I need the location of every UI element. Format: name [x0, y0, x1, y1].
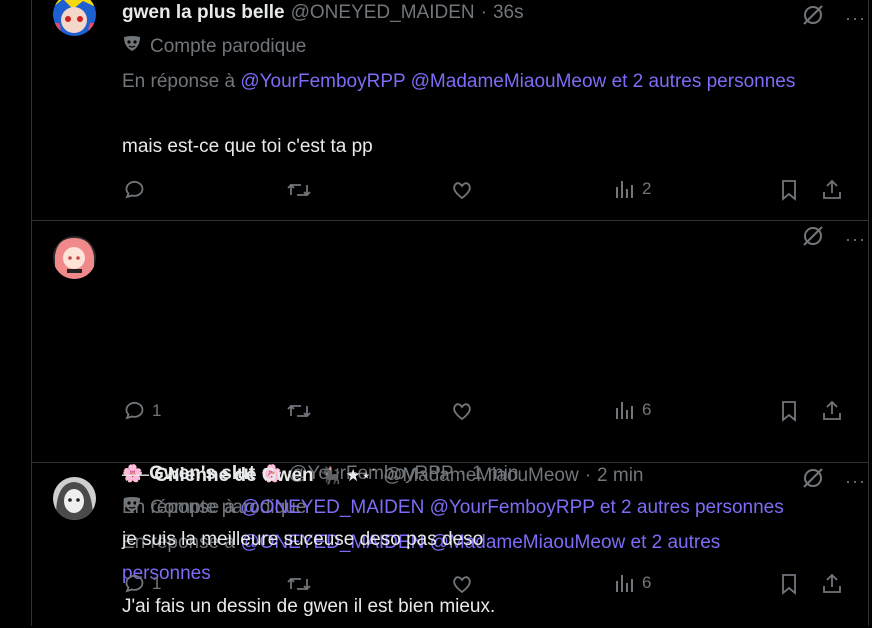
reply-icon: [125, 180, 144, 199]
cat-star-emoji: 🐈‍⬛ ★⋆˙: [319, 466, 378, 485]
bookmark-icon: [782, 401, 796, 422]
bookmark-button[interactable]: [778, 572, 800, 596]
parody-label: Compte parodique: [122, 35, 306, 59]
avatar[interactable]: [53, 0, 96, 36]
action-bar: 1 6: [122, 572, 848, 596]
timestamp[interactable]: 2 min: [597, 465, 643, 487]
more-options-icon[interactable]: ···: [845, 230, 866, 248]
repost-button[interactable]: [286, 572, 318, 596]
reply-count: 1: [152, 401, 162, 420]
bookmark-button[interactable]: [778, 399, 800, 423]
tweet-text: je suis la meilleure suceuse deso pas de…: [122, 529, 484, 550]
display-name[interactable]: ── Chienne de Gwen: [122, 465, 314, 487]
bookmark-icon: [782, 180, 796, 201]
share-icon: [823, 400, 841, 420]
repost-button[interactable]: [286, 178, 318, 202]
more-options-icon[interactable]: ···: [845, 472, 866, 490]
action-bar: 1 6: [122, 399, 848, 423]
mention-link[interactable]: @ONEYED_MAIDEN: [240, 497, 424, 518]
mention-link[interactable]: @YourFemboyRPP: [240, 71, 405, 92]
views-icon: [616, 181, 633, 198]
user-handle[interactable]: @MadameMiaouMeow: [383, 465, 579, 487]
views-button[interactable]: 6: [614, 572, 651, 594]
repost-icon: [287, 577, 311, 591]
action-bar: 2: [122, 178, 848, 202]
heart-icon: [453, 576, 471, 594]
views-button[interactable]: 2: [614, 178, 651, 200]
parody-text: Compte parodique: [150, 36, 307, 57]
share-button[interactable]: [820, 178, 844, 202]
like-button[interactable]: [450, 399, 480, 423]
reply-button[interactable]: 1: [122, 572, 161, 596]
mention-more-link[interactable]: et 2 autres personnes: [600, 497, 784, 518]
bookmark-button[interactable]: [778, 178, 800, 202]
views-count: 2: [642, 179, 652, 198]
like-button[interactable]: [450, 178, 480, 202]
reply-context: En réponse à @ONEYED_MAIDEN @YourFemboyR…: [122, 492, 802, 523]
grok-icon[interactable]: [801, 224, 825, 253]
views-count: 6: [642, 400, 652, 419]
like-button[interactable]: [450, 572, 480, 596]
avatar[interactable]: [53, 477, 96, 520]
views-button[interactable]: 6: [614, 399, 651, 421]
separator-dot: ·: [584, 465, 592, 486]
separator-dot: ·: [480, 2, 487, 23]
reply-icon: [125, 574, 144, 593]
share-icon: [823, 573, 841, 593]
share-button[interactable]: [820, 572, 844, 596]
more-options-icon[interactable]: ···: [845, 9, 866, 27]
reply-prefix: En réponse à: [122, 497, 236, 518]
tweet-header: gwen la plus belle @ONEYED_MAIDEN · 36s: [122, 2, 524, 24]
grok-icon[interactable]: [801, 3, 825, 32]
tweet-header: ── Chienne de Gwen 🐈‍⬛ ★⋆˙ @MadameMiaouM…: [122, 465, 644, 487]
grok-icon[interactable]: [801, 466, 825, 495]
reply-count: 1: [152, 574, 162, 593]
tweet[interactable]: ── Chienne de Gwen 🐈‍⬛ ★⋆˙ @MadameMiaouM…: [32, 463, 868, 628]
heart-icon: [453, 182, 471, 200]
repost-icon: [287, 183, 311, 197]
parody-mask-icon: [122, 35, 142, 59]
bookmark-icon: [782, 574, 796, 595]
reply-button[interactable]: [122, 178, 152, 202]
mention-link[interactable]: @MadameMiaouMeow: [411, 71, 607, 92]
share-button[interactable]: [820, 399, 844, 423]
tweet[interactable]: 🌸 Gwen's slut 🌸 @YourFemboyRPP · 1 min C…: [32, 221, 868, 617]
mention-link[interactable]: @YourFemboyRPP: [430, 497, 595, 518]
avatar[interactable]: [53, 236, 96, 279]
repost-button[interactable]: [286, 399, 318, 423]
heart-icon: [453, 403, 471, 421]
reply-context: En réponse à @YourFemboyRPP @MadameMiaou…: [122, 66, 802, 97]
user-handle[interactable]: @ONEYED_MAIDEN: [291, 2, 475, 24]
reply-button[interactable]: 1: [122, 399, 161, 423]
timestamp[interactable]: 36s: [493, 2, 524, 24]
reply-feed: gwen la plus belle @ONEYED_MAIDEN · 36s …: [31, 0, 869, 626]
views-count: 6: [642, 573, 652, 592]
tweet-text: mais est-ce que toi c'est ta pp: [122, 136, 373, 157]
views-icon: [616, 575, 633, 592]
reply-prefix: En réponse à: [122, 71, 236, 92]
views-icon: [616, 402, 633, 419]
mention-more-link[interactable]: et 2 autres personnes: [612, 71, 796, 92]
reply-icon: [125, 401, 144, 420]
display-name[interactable]: gwen la plus belle: [122, 2, 285, 24]
share-icon: [823, 179, 841, 199]
tweet[interactable]: gwen la plus belle @ONEYED_MAIDEN · 36s …: [32, 0, 868, 221]
repost-icon: [287, 404, 311, 418]
